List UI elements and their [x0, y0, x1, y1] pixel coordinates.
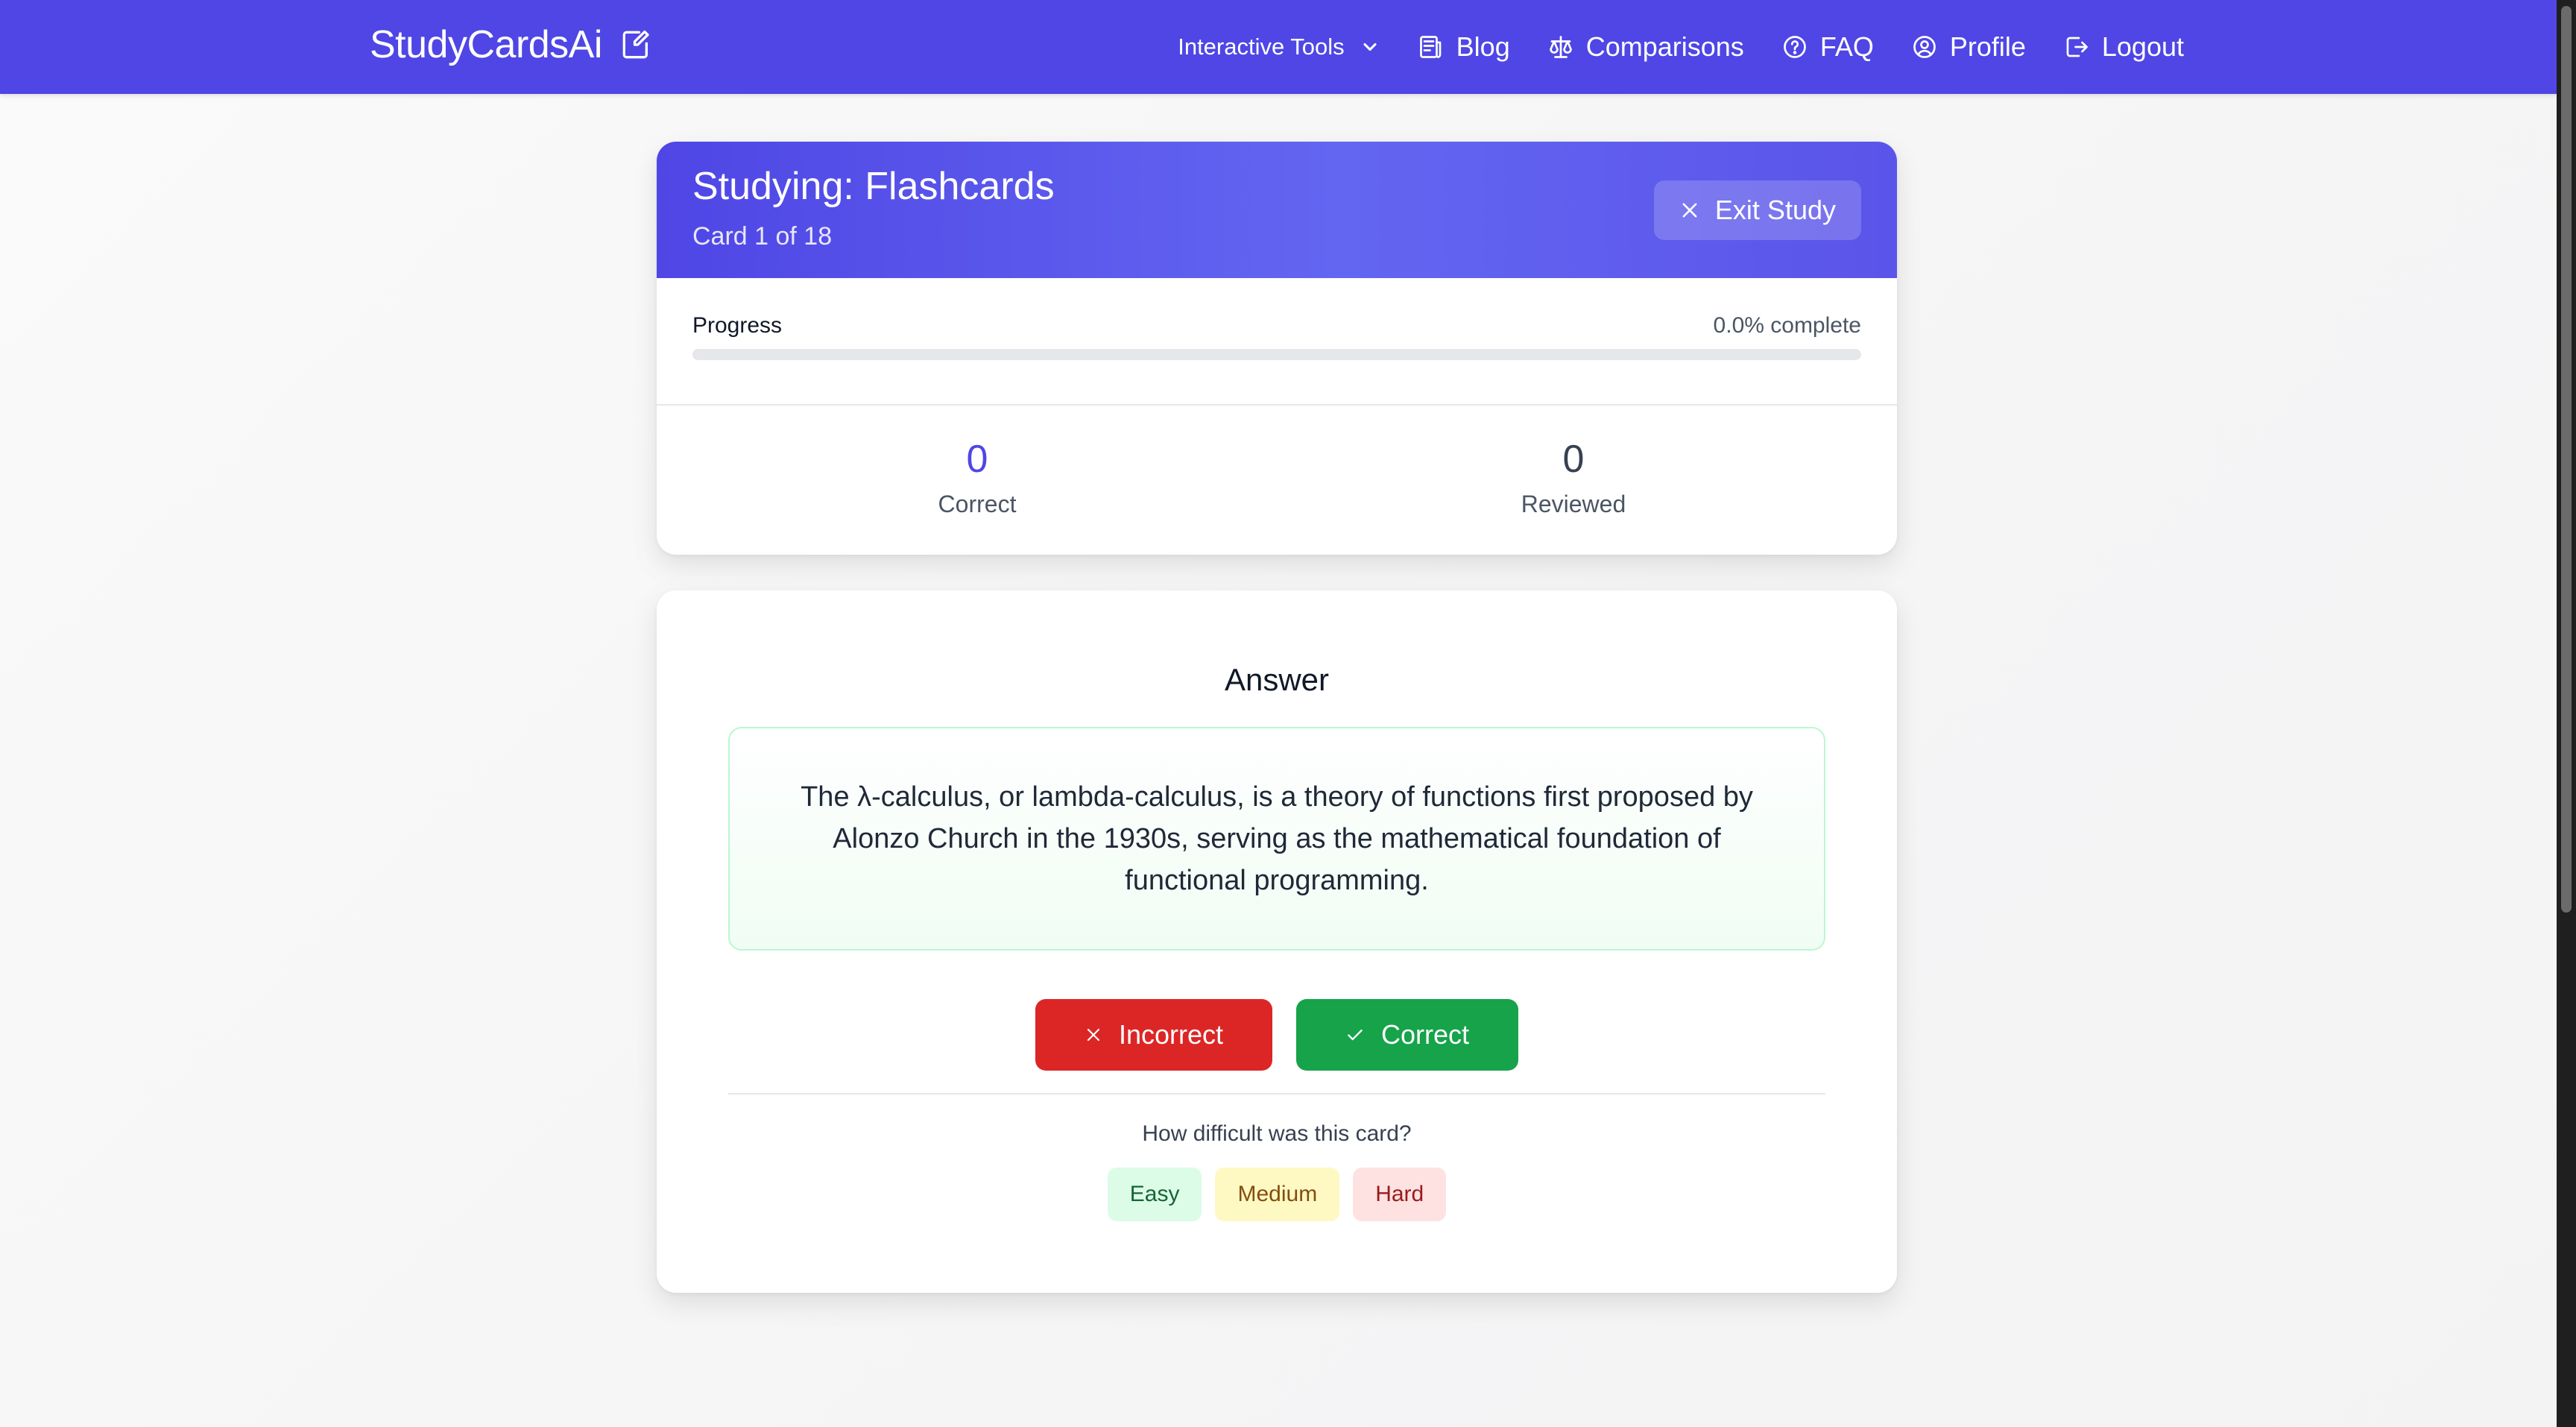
answer-heading: Answer	[1224, 662, 1330, 697]
nav-comparisons[interactable]: Comparisons	[1547, 31, 1744, 63]
nav-logout[interactable]: Logout	[2063, 31, 2184, 63]
answer-text: The λ-calculus, or lambda-calculus, is a…	[801, 781, 1753, 896]
stat-correct-label: Correct	[938, 491, 1017, 517]
check-icon	[1348, 1029, 1363, 1041]
stat-correct-value: 0	[966, 438, 988, 481]
difficulty-question: How difficult was this card?	[1142, 1121, 1412, 1146]
edit-square-icon	[622, 30, 649, 59]
logout-icon	[2066, 37, 2088, 57]
close-icon	[1682, 203, 1697, 218]
nav-profile-label: Profile	[1949, 31, 2026, 62]
study-progress-card: Studying: Flashcards Card 1 of 18 Exit S…	[657, 142, 1897, 555]
top-nav: StudyCardsAi Interactive Tools Blog Comp…	[0, 0, 2557, 94]
divider	[728, 1093, 1825, 1094]
stat-correct: 0 Correct	[828, 440, 1126, 518]
study-header: Studying: Flashcards Card 1 of 18 Exit S…	[657, 142, 1897, 278]
chevron-down-icon	[1363, 42, 1377, 51]
nav-faq-label: FAQ	[1819, 31, 1874, 62]
nav-profile[interactable]: Profile	[1911, 31, 2026, 63]
difficulty-options: Easy Medium Hard	[657, 1168, 1897, 1221]
nav-links: Interactive Tools Blog Comparisons FAQ P…	[1178, 0, 2184, 94]
card-counter: Card 1 of 18	[692, 222, 833, 251]
exit-study-button[interactable]: Exit Study	[1653, 180, 1861, 240]
incorrect-label: Incorrect	[1118, 1019, 1223, 1050]
nav-logout-label: Logout	[2101, 31, 2184, 62]
nav-faq[interactable]: FAQ	[1781, 31, 1874, 63]
brand-logo[interactable]: StudyCardsAi	[370, 22, 651, 67]
difficulty-easy-button[interactable]: Easy	[1107, 1168, 1202, 1221]
incorrect-button[interactable]: Incorrect	[1035, 999, 1272, 1071]
stat-reviewed-value: 0	[1562, 438, 1585, 481]
grading-buttons: Incorrect Correct	[657, 999, 1897, 1071]
study-title: Studying: Flashcards	[692, 165, 1055, 208]
nav-interactive-tools-label: Interactive Tools	[1178, 34, 1345, 60]
correct-button[interactable]: Correct	[1296, 999, 1518, 1071]
nav-blog[interactable]: Blog	[1418, 31, 1510, 63]
exit-study-label: Exit Study	[1714, 195, 1836, 225]
flashcard-answer-card: Answer The λ-calculus, or lambda-calculu…	[657, 590, 1897, 1293]
stat-reviewed-label: Reviewed	[1521, 491, 1626, 517]
progress-label: Progress	[692, 313, 783, 338]
answer-box: The λ-calculus, or lambda-calculus, is a…	[728, 727, 1825, 951]
stat-reviewed: 0 Reviewed	[1424, 440, 1723, 518]
close-icon	[1087, 1028, 1100, 1042]
nav-interactive-tools[interactable]: Interactive Tools	[1178, 34, 1380, 60]
scale-icon	[1549, 36, 1572, 58]
correct-label: Correct	[1380, 1019, 1469, 1050]
page-scrollbar[interactable]	[2557, 0, 2576, 1427]
progress-percent: 0.0% complete	[1713, 313, 1861, 338]
newspaper-icon	[1419, 36, 1442, 58]
question-circle-icon	[1783, 36, 1806, 58]
nav-comparisons-label: Comparisons	[1585, 31, 1744, 62]
difficulty-hard-button[interactable]: Hard	[1353, 1168, 1447, 1221]
divider	[657, 404, 1897, 406]
brand-name: StudyCardsAi	[370, 23, 602, 66]
viewport: StudyCardsAi Interactive Tools Blog Comp…	[0, 0, 2557, 1427]
difficulty-medium-button[interactable]: Medium	[1215, 1168, 1340, 1221]
user-circle-icon	[1913, 36, 1936, 58]
nav-blog-label: Blog	[1456, 31, 1510, 62]
scrollbar-thumb[interactable]	[2561, 6, 2572, 913]
progress-bar	[692, 349, 1861, 360]
